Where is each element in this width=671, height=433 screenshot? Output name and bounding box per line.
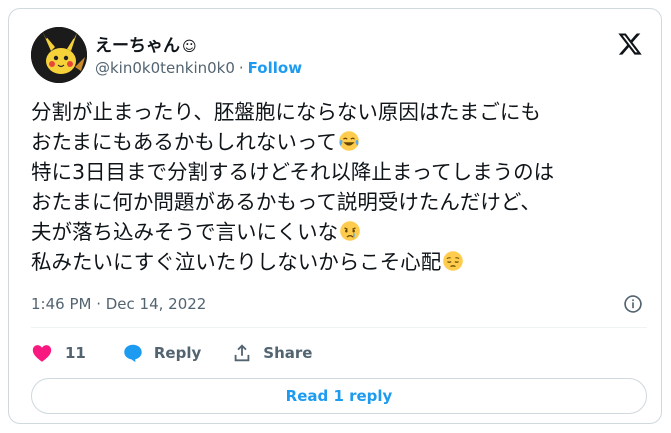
tweet-line-1: 分割が止まったり、胚盤胞にならない原因はたまごにも bbox=[31, 100, 541, 124]
info-icon[interactable] bbox=[623, 294, 643, 314]
reply-button[interactable]: Reply bbox=[122, 342, 201, 364]
tweet-line-2: おたまにもあるかもしれないって bbox=[31, 130, 337, 154]
read-replies-button[interactable]: Read 1 reply bbox=[31, 378, 647, 414]
crying-face-icon bbox=[340, 221, 360, 241]
separator-dot: · bbox=[238, 59, 244, 77]
display-name-text[interactable]: えーちゃん bbox=[95, 36, 180, 56]
reply-label: Reply bbox=[153, 344, 202, 362]
reply-bubble-icon bbox=[124, 344, 142, 363]
tweet-line-3: 特に3日目まで分割するけどそれ以降止まってしまうのは bbox=[31, 160, 555, 184]
divider bbox=[31, 327, 647, 328]
tweet-text: 分割が止まったり、胚盤胞にならない原因はたまごにも おたまにもあるかもしれないっ… bbox=[31, 97, 651, 277]
tweet-line-6: 私みたいにすぐ泣いたりしないからこそ心配 bbox=[31, 250, 442, 274]
face-with-tears-of-joy-icon bbox=[339, 131, 359, 151]
follow-button[interactable]: Follow bbox=[248, 59, 302, 77]
smiley-symbol-icon: ☺ bbox=[182, 39, 197, 55]
tweet-timestamp[interactable]: 1:46 PM · Dec 14, 2022 bbox=[31, 295, 206, 313]
author-handle[interactable]: @kin0k0tenkin0k0 bbox=[95, 59, 235, 77]
author-display-name[interactable]: えーちゃん ☺ bbox=[95, 31, 197, 56]
like-count: 11 bbox=[65, 344, 86, 362]
heart-icon bbox=[32, 345, 52, 362]
tweet-card: えーちゃん ☺ @kin0k0tenkin0k0 · Follow 分割が止まったり、… bbox=[8, 8, 662, 424]
x-logo-icon[interactable] bbox=[617, 31, 643, 57]
tweet-line-4: おたまに何か問題があるかもって説明受けたんだけど、 bbox=[31, 190, 541, 214]
author-handle-row: @kin0k0tenkin0k0 · Follow bbox=[95, 59, 302, 77]
pensive-face-icon bbox=[443, 251, 463, 271]
like-button[interactable]: 11 bbox=[31, 342, 86, 364]
action-bar: 11 Reply Share bbox=[31, 339, 312, 367]
share-label: Share bbox=[263, 344, 313, 362]
avatar[interactable] bbox=[31, 27, 87, 83]
share-icon bbox=[234, 344, 250, 362]
share-button[interactable]: Share bbox=[231, 342, 312, 364]
tweet-line-5: 夫が落ち込みそうで言いにくいな bbox=[31, 220, 339, 244]
